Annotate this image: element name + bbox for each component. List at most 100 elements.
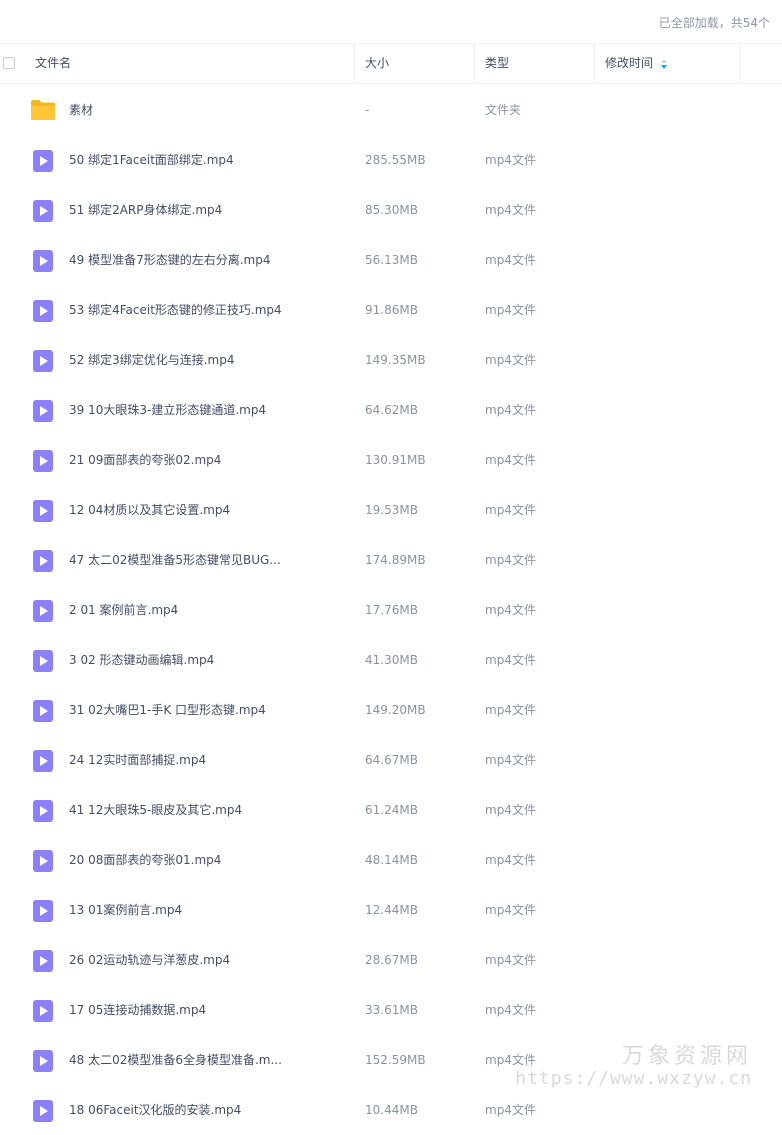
file-name[interactable]: 21 09面部表的夸张02.mp4 — [69, 435, 221, 485]
file-row[interactable]: 39 10大眼珠3-建立形态键通道.mp4 64.62MB mp4文件 — [0, 385, 782, 435]
folder-row[interactable]: 素材 - 文件夹 — [0, 85, 782, 135]
file-size: 130.91MB — [365, 453, 426, 467]
file-type: mp4文件 — [485, 403, 536, 417]
column-header-size[interactable]: 大小 — [365, 44, 389, 83]
file-size: 56.13MB — [365, 253, 418, 267]
file-type: mp4文件 — [485, 603, 536, 617]
file-row[interactable]: 12 04材质以及其它设置.mp4 19.53MB mp4文件 — [0, 485, 782, 535]
video-file-icon — [33, 150, 53, 176]
column-header-name[interactable]: 文件名 — [35, 44, 71, 83]
video-file-icon — [33, 650, 53, 676]
file-name[interactable]: 52 绑定3绑定优化与连接.mp4 — [69, 335, 234, 385]
file-type: mp4文件 — [485, 753, 536, 767]
file-row[interactable]: 52 绑定3绑定优化与连接.mp4 149.35MB mp4文件 — [0, 335, 782, 385]
file-type: mp4文件 — [485, 253, 536, 267]
file-type: mp4文件 — [485, 153, 536, 167]
video-file-icon — [33, 1100, 53, 1126]
file-name[interactable]: 13 01案例前言.mp4 — [69, 885, 182, 935]
select-all-checkbox[interactable] — [3, 57, 15, 69]
file-name[interactable]: 31 02大嘴巴1-手K 口型形态键.mp4 — [69, 685, 266, 735]
file-name[interactable]: 48 太二02模型准备6全身模型准备.m... — [69, 1035, 282, 1085]
file-size: 64.62MB — [365, 403, 418, 417]
file-size: 12.44MB — [365, 903, 418, 917]
file-row[interactable]: 2 01 案例前言.mp4 17.76MB mp4文件 — [0, 585, 782, 635]
file-row[interactable]: 53 绑定4Faceit形态键的修正技巧.mp4 91.86MB mp4文件 — [0, 285, 782, 335]
file-row[interactable]: 21 09面部表的夸张02.mp4 130.91MB mp4文件 — [0, 435, 782, 485]
file-row[interactable]: 26 02运动轨迹与洋葱皮.mp4 28.67MB mp4文件 — [0, 935, 782, 985]
video-file-icon — [33, 450, 53, 476]
file-type: mp4文件 — [485, 803, 536, 817]
file-name[interactable]: 39 10大眼珠3-建立形态键通道.mp4 — [69, 385, 266, 435]
file-type: mp4文件 — [485, 453, 536, 467]
column-divider[interactable] — [474, 44, 475, 83]
file-size: 41.30MB — [365, 653, 418, 667]
file-row[interactable]: 24 12实时面部捕捉.mp4 64.67MB mp4文件 — [0, 735, 782, 785]
file-name[interactable]: 12 04材质以及其它设置.mp4 — [69, 485, 230, 535]
file-row[interactable]: 20 08面部表的夸张01.mp4 48.14MB mp4文件 — [0, 835, 782, 885]
file-size: 85.30MB — [365, 203, 418, 217]
file-row[interactable]: 17 05连接动捕数据.mp4 33.61MB mp4文件 — [0, 985, 782, 1035]
file-type: mp4文件 — [485, 303, 536, 317]
file-type: mp4文件 — [485, 653, 536, 667]
video-file-icon — [33, 700, 53, 726]
file-size: 19.53MB — [365, 503, 418, 517]
file-row[interactable]: 49 模型准备7形态键的左右分离.mp4 56.13MB mp4文件 — [0, 235, 782, 285]
file-size: 64.67MB — [365, 753, 418, 767]
file-name[interactable]: 20 08面部表的夸张01.mp4 — [69, 835, 221, 885]
video-file-icon — [33, 250, 53, 276]
file-name[interactable]: 2 01 案例前言.mp4 — [69, 585, 178, 635]
file-name[interactable]: 3 02 形态键动画编辑.mp4 — [69, 635, 214, 685]
file-size: 174.89MB — [365, 553, 426, 567]
video-file-icon — [33, 350, 53, 376]
file-name[interactable]: 17 05连接动捕数据.mp4 — [69, 985, 206, 1035]
file-row[interactable]: 18 06Faceit汉化版的安装.mp4 10.44MB mp4文件 — [0, 1085, 782, 1135]
video-file-icon — [33, 1050, 53, 1076]
video-file-icon — [33, 1000, 53, 1026]
column-divider[interactable] — [739, 44, 740, 83]
file-type: mp4文件 — [485, 903, 536, 917]
file-row[interactable]: 41 12大眼珠5-眼皮及其它.mp4 61.24MB mp4文件 — [0, 785, 782, 835]
file-name[interactable]: 18 06Faceit汉化版的安装.mp4 — [69, 1085, 241, 1135]
load-status-text: 已全部加载，共54个 — [658, 16, 770, 30]
file-name[interactable]: 53 绑定4Faceit形态键的修正技巧.mp4 — [69, 285, 282, 335]
video-file-icon — [33, 850, 53, 876]
video-file-icon — [33, 550, 53, 576]
file-name[interactable]: 26 02运动轨迹与洋葱皮.mp4 — [69, 935, 230, 985]
file-size: 10.44MB — [365, 1103, 418, 1117]
sort-icon[interactable] — [661, 58, 668, 69]
file-name[interactable]: 50 绑定1Faceit面部绑定.mp4 — [69, 135, 234, 185]
file-table-header: 文件名 大小 类型 修改时间 — [0, 43, 782, 84]
file-row[interactable]: 51 绑定2ARP身体绑定.mp4 85.30MB mp4文件 — [0, 185, 782, 235]
file-row[interactable]: 13 01案例前言.mp4 12.44MB mp4文件 — [0, 885, 782, 935]
file-name[interactable]: 41 12大眼珠5-眼皮及其它.mp4 — [69, 785, 242, 835]
column-header-modified[interactable]: 修改时间 — [605, 44, 668, 83]
file-type: 文件夹 — [485, 103, 522, 117]
file-size: 48.14MB — [365, 853, 418, 867]
file-size: - — [365, 103, 370, 117]
video-file-icon — [33, 900, 53, 926]
file-name[interactable]: 51 绑定2ARP身体绑定.mp4 — [69, 185, 222, 235]
file-type: mp4文件 — [485, 553, 536, 567]
column-header-type[interactable]: 类型 — [485, 44, 509, 83]
file-row[interactable]: 31 02大嘴巴1-手K 口型形态键.mp4 149.20MB mp4文件 — [0, 685, 782, 735]
file-row[interactable]: 50 绑定1Faceit面部绑定.mp4 285.55MB mp4文件 — [0, 135, 782, 185]
file-row[interactable]: 48 太二02模型准备6全身模型准备.m... 152.59MB mp4文件 — [0, 1035, 782, 1085]
column-divider[interactable] — [594, 44, 595, 83]
file-name[interactable]: 素材 — [69, 85, 93, 135]
column-divider[interactable] — [354, 44, 355, 83]
video-file-icon — [33, 500, 53, 526]
file-size: 91.86MB — [365, 303, 418, 317]
file-type: mp4文件 — [485, 1103, 536, 1117]
file-size: 149.35MB — [365, 353, 426, 367]
file-row[interactable]: 3 02 形态键动画编辑.mp4 41.30MB mp4文件 — [0, 635, 782, 685]
video-file-icon — [33, 950, 53, 976]
file-size: 152.59MB — [365, 1053, 426, 1067]
file-name[interactable]: 47 太二02模型准备5形态键常见BUG... — [69, 535, 281, 585]
file-row[interactable]: 47 太二02模型准备5形态键常见BUG... 174.89MB mp4文件 — [0, 535, 782, 585]
video-file-icon — [33, 800, 53, 826]
file-type: mp4文件 — [485, 1053, 536, 1067]
file-type: mp4文件 — [485, 703, 536, 717]
file-name[interactable]: 24 12实时面部捕捉.mp4 — [69, 735, 206, 785]
file-size: 149.20MB — [365, 703, 426, 717]
file-name[interactable]: 49 模型准备7形态键的左右分离.mp4 — [69, 235, 270, 285]
